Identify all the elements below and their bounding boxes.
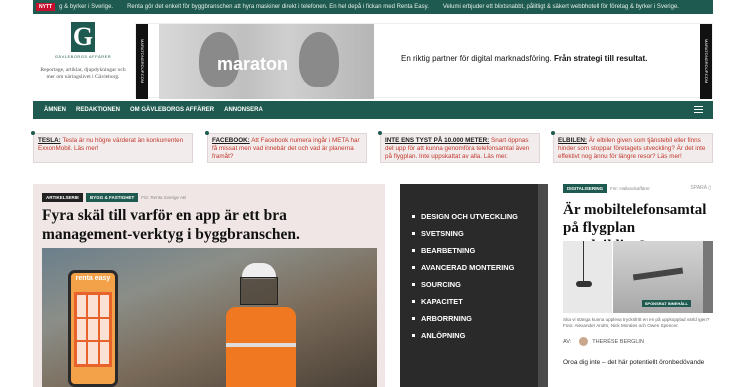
nav-item-om[interactable]: OM GÄVLEBORGS AFFÄRER: [130, 107, 214, 113]
article-image[interactable]: SPONSRAT INNEHÅLL: [563, 241, 713, 313]
sponsored-badge: SPONSRAT INNEHÅLL: [641, 300, 691, 307]
site-tagline: Reportage, artiklar, djupdykningar och m…: [40, 67, 126, 80]
service-item[interactable]: ARBORRNING: [412, 310, 518, 327]
banner-text: En riktig partner för digital marknadsfö…: [401, 54, 647, 63]
article-tags: ARTIKELSERIE BYGG & FASTIGHET För: Renta…: [42, 193, 186, 202]
banner-side-label: MARATONGROUP.COM: [700, 24, 712, 99]
featured-article[interactable]: ARTIKELSERIE BYGG & FASTIGHET För: Renta…: [33, 184, 385, 387]
author-line: AV: THERÉSE BERGLIN: [563, 337, 644, 346]
image-strip: [703, 241, 713, 313]
banner-text-plain: En riktig partner för digital marknadsfö…: [401, 54, 552, 63]
ticker-item[interactable]: Velumi erbjuder ett blixtsnabbt, pålitli…: [443, 4, 679, 10]
app-brand: renta easy: [75, 275, 111, 282]
main-nav: ÄMNEN REDAKTIONEN OM GÄVLEBORGS AFFÄRER …: [33, 101, 713, 119]
nav-item-annonsera[interactable]: ANNONSERA: [224, 107, 263, 113]
person-image: [299, 32, 339, 87]
article-title[interactable]: Fyra skäl till varför en app är ett bra …: [42, 206, 377, 244]
new-badge: NYTT: [36, 3, 56, 11]
article-meta: DIGITALISERING För: Hallandsaffärer SPAR…: [563, 184, 713, 193]
tag-bygg[interactable]: BYGG & FASTIGHET: [86, 193, 139, 202]
tag-digitalisering[interactable]: DIGITALISERING: [563, 184, 608, 193]
news-ticker: NYTT g & byrker i Sverige. Renta gör det…: [33, 0, 713, 14]
tag-artikelserie[interactable]: ARTIKELSERIE: [42, 193, 84, 202]
bookmark-icon: ▯: [708, 185, 711, 191]
app-grid: [74, 292, 112, 367]
article-teaser: Oroa dig inte – det här potentiellt öron…: [563, 359, 705, 366]
side-article[interactable]: DIGITALISERING För: Hallandsaffärer SPAR…: [563, 184, 713, 387]
article-image[interactable]: renta easy: [42, 248, 377, 387]
sponsor-label: För: Hallandsaffärer: [610, 186, 650, 191]
nav-item-amnen[interactable]: ÄMNEN: [44, 107, 66, 113]
ad-banner[interactable]: MARATONGROUP.COM maraton En riktig partn…: [135, 23, 713, 99]
menu-icon[interactable]: [694, 106, 703, 113]
phone-image: renta easy: [68, 270, 118, 387]
site-header: G GÄVLEBORGS AFFÄRER Reportage, artiklar…: [33, 14, 713, 101]
banner-text-bold: Från strategi till resultat.: [553, 54, 648, 63]
news-card[interactable]: FACEBOOK: Att Facebook numera ingår i ME…: [205, 131, 367, 163]
image-caption: Ska vi stänga kunna uppleva trycksfritt …: [563, 317, 710, 328]
news-label: ELBILEN:: [558, 137, 588, 144]
ticker-item[interactable]: Renta gör det enkelt för byggbranschen a…: [127, 4, 429, 10]
bullet-icon: [551, 131, 555, 135]
service-item[interactable]: BEARBETNING: [412, 242, 518, 259]
author-name[interactable]: THERÉSE BERGLIN: [592, 339, 644, 345]
ad-side-panel: [538, 184, 548, 387]
bullet-icon: [378, 131, 382, 135]
service-item[interactable]: ANLÖPNING: [412, 327, 518, 344]
sponsor-label: För: Renta Sverige AB: [141, 195, 187, 200]
service-item[interactable]: DESIGN OCH UTVECKLING: [412, 208, 518, 225]
service-item[interactable]: SVETSNING: [412, 225, 518, 242]
site-logo[interactable]: G: [71, 22, 95, 52]
avatar: [579, 337, 589, 346]
news-label: FACEBOOK:: [212, 137, 250, 144]
banner-photo: maraton: [159, 24, 374, 99]
news-card[interactable]: ELBILEN: Är elbilen given som tjänstebil…: [551, 131, 713, 163]
service-item[interactable]: SOURCING: [412, 276, 518, 293]
author-prefix: AV:: [563, 338, 572, 345]
news-card[interactable]: TESLA: Tesla är nu högre värderat än kon…: [31, 131, 193, 163]
logo-area[interactable]: G GÄVLEBORGS AFFÄRER Reportage, artiklar…: [33, 14, 133, 101]
services-list: DESIGN OCH UTVECKLING SVETSNING BEARBETN…: [412, 208, 518, 344]
news-card[interactable]: INTE ENS TYST PÅ 10.000 METER: Snart öpp…: [378, 131, 540, 163]
service-item[interactable]: AVANCERAD MONTERING: [412, 259, 518, 276]
save-label: SPARA: [690, 185, 707, 191]
service-item[interactable]: KAPACITET: [412, 293, 518, 310]
site-name: GÄVLEBORGS AFFÄRER: [54, 54, 112, 59]
bullet-icon: [205, 131, 209, 135]
banner-brand: maraton: [217, 54, 289, 74]
bullet-icon: [31, 131, 35, 135]
news-label: INTE ENS TYST PÅ 10.000 METER:: [385, 137, 490, 144]
worker-image: [212, 263, 302, 387]
services-ad[interactable]: DESIGN OCH UTVECKLING SVETSNING BEARBETN…: [400, 184, 548, 387]
banner-side-label: MARATONGROUP.COM: [136, 24, 148, 99]
phone-cord-image: [563, 241, 613, 313]
ticker-item[interactable]: g & byrker i Sverige.: [59, 4, 113, 10]
news-label: TESLA:: [38, 137, 61, 144]
save-button[interactable]: SPARA ▯: [691, 185, 711, 191]
nav-item-redaktionen[interactable]: REDAKTIONEN: [76, 107, 120, 113]
